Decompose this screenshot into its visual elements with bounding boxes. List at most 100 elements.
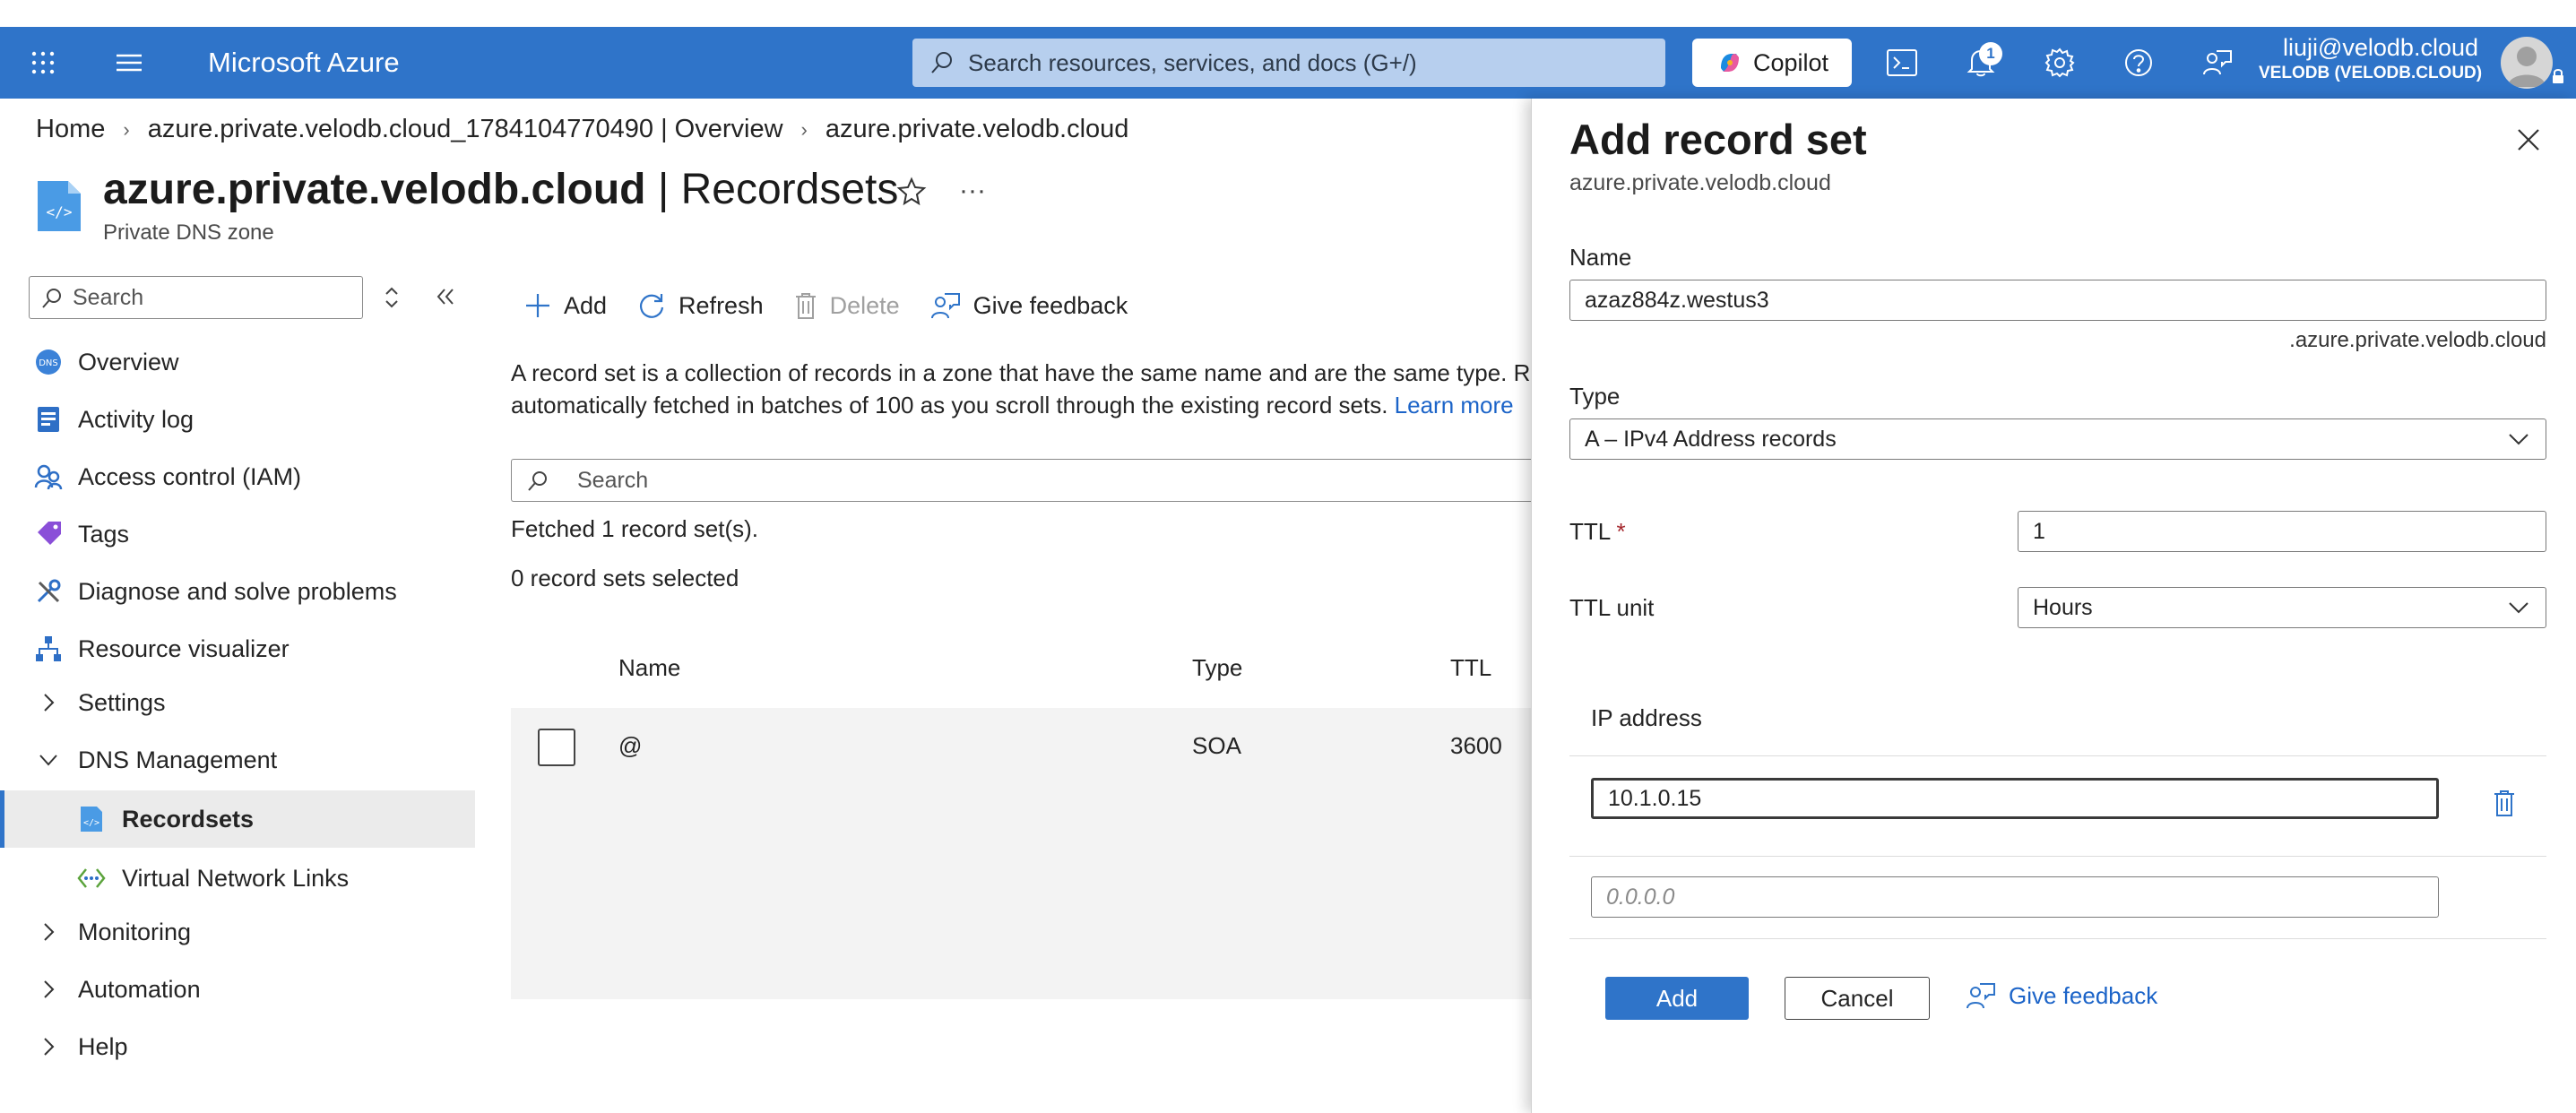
delete-ip-trash-icon[interactable] (2493, 789, 2516, 817)
nav-group-monitoring[interactable]: Monitoring (0, 903, 475, 961)
name-suffix: .azure.private.velodb.cloud (2289, 328, 2546, 353)
type-select[interactable]: A – IPv4 Address records (1569, 418, 2546, 460)
trash-icon (794, 291, 817, 320)
nav-group-settings[interactable]: Settings (0, 674, 475, 731)
breadcrumb-overview[interactable]: azure.private.velodb.cloud_1784104770490… (148, 115, 783, 144)
hamburger-menu-icon[interactable] (111, 45, 147, 81)
ip-address-value: 10.1.0.15 (1608, 785, 1702, 811)
ip-placeholder: 0.0.0.0 (1606, 884, 1675, 910)
ttl-unit-label: TTL unit (1569, 594, 1655, 621)
copilot-button[interactable]: Copilot (1692, 39, 1852, 87)
add-record-set-panel: Add record set azure.private.velodb.clou… (1531, 99, 2576, 1113)
nav-search-placeholder: Search (73, 284, 144, 310)
description-line-1: A record set is a collection of records … (511, 359, 1533, 386)
ttl-unit-select[interactable]: Hours (2018, 587, 2546, 628)
dns-zone-resource-icon: </> (36, 179, 82, 233)
panel-give-feedback-link[interactable]: Give feedback (1966, 981, 2157, 1010)
cell-type: SOA (1192, 732, 1241, 759)
global-search-input[interactable]: Search resources, services, and docs (G+… (912, 39, 1665, 87)
feedback-icon (1966, 981, 1996, 1010)
close-icon[interactable] (2516, 127, 2541, 152)
ttl-field[interactable]: 1 (2018, 511, 2546, 552)
nav-item-tags[interactable]: Tags (0, 505, 475, 563)
description-line-2: automatically fetched in batches of 100 … (511, 389, 1533, 421)
account-info[interactable]: liuji@velodb.cloud VELODB (VELODB.CLOUD) (2259, 34, 2483, 83)
column-header-name[interactable]: Name (618, 654, 680, 682)
feedback-icon[interactable] (2200, 45, 2235, 81)
learn-more-link[interactable]: Learn more (1395, 392, 1514, 418)
refresh-label: Refresh (679, 291, 764, 319)
nav-group-automation[interactable]: Automation (0, 961, 475, 1018)
name-field[interactable]: azaz884z.westus3 (1569, 280, 2546, 321)
lock-icon (2551, 68, 2565, 84)
divider (1569, 755, 2546, 756)
nav-item-access-control[interactable]: Access control (IAM) (0, 448, 475, 505)
chevron-down-icon (34, 746, 63, 774)
column-header-type[interactable]: Type (1192, 654, 1242, 682)
title-separator: | (645, 166, 681, 213)
chevron-right-icon (34, 918, 63, 946)
give-feedback-button[interactable]: Give feedback (930, 291, 1128, 320)
breadcrumb-zone[interactable]: azure.private.velodb.cloud (826, 115, 1129, 144)
nav-item-recordsets[interactable]: </> Recordsets (0, 790, 475, 848)
description-line-2-text: automatically fetched in batches of 100 … (511, 392, 1388, 418)
user-email: liuji@velodb.cloud (2282, 34, 2478, 61)
nav-search-input[interactable]: Search (29, 276, 363, 319)
cell-name: @ (618, 732, 643, 759)
chevron-right-icon (34, 1032, 63, 1061)
collapse-nav-icon[interactable] (434, 285, 457, 308)
nav-item-virtual-network-links[interactable]: Virtual Network Links (0, 850, 475, 907)
search-icon (929, 49, 955, 76)
nav-item-label: Diagnose and solve problems (78, 577, 397, 605)
favorite-star-icon[interactable] (896, 176, 927, 206)
nav-item-label: Virtual Network Links (122, 864, 350, 892)
breadcrumb-home[interactable]: Home (36, 115, 105, 144)
recordset-search-input[interactable]: Search (511, 459, 1542, 502)
refresh-button[interactable]: Refresh (637, 291, 764, 320)
row-checkbox[interactable] (538, 729, 575, 766)
panel-title: Add record set (1569, 116, 1867, 163)
ip-address-field[interactable]: 10.1.0.15 (1591, 778, 2439, 819)
network-link-icon (77, 864, 106, 893)
help-icon[interactable] (2121, 45, 2157, 81)
resource-name: azure.private.velodb.cloud (103, 166, 646, 213)
breadcrumb: Home › azure.private.velodb.cloud_178410… (36, 115, 1128, 144)
nav-item-resource-visualizer[interactable]: Resource visualizer (0, 620, 475, 677)
nav-item-diagnose[interactable]: Diagnose and solve problems (0, 563, 475, 620)
window-top-strip (0, 0, 2576, 27)
type-label: Type (1569, 383, 1621, 410)
user-tenant: VELODB (VELODB.CLOUD) (2259, 64, 2483, 82)
nav-item-label: DNS Management (78, 746, 278, 773)
chevron-right-icon: › (800, 117, 808, 141)
cloud-shell-icon[interactable] (1884, 45, 1920, 81)
nav-item-overview[interactable]: DNS Overview (0, 333, 475, 391)
name-suffix-text: .azure.private.velodb.cloud (2289, 328, 2546, 352)
add-label: Add (564, 291, 608, 319)
nav-group-help[interactable]: Help (0, 1018, 475, 1075)
sort-toggle-icon[interactable] (382, 285, 402, 310)
cancel-button[interactable]: Cancel (1785, 977, 1930, 1020)
more-options-icon[interactable]: ··· (959, 176, 986, 206)
delete-button[interactable]: Delete (794, 291, 900, 320)
app-launcher-icon[interactable] (25, 45, 61, 81)
visualizer-icon (34, 634, 63, 663)
page-name: Recordsets (680, 166, 899, 213)
avatar[interactable] (2501, 37, 2553, 89)
new-ip-address-field[interactable]: 0.0.0.0 (1591, 876, 2439, 918)
add-button[interactable]: Add (524, 292, 607, 320)
search-icon (526, 470, 549, 493)
divider (1569, 938, 2546, 939)
global-search-placeholder: Search resources, services, and docs (G+… (968, 48, 1417, 76)
add-record-button[interactable]: Add (1605, 977, 1749, 1020)
recordset-search-placeholder: Search (577, 467, 649, 493)
table-row[interactable]: @ SOA 3600 (511, 708, 1533, 784)
nav-item-activity-log[interactable]: Activity log (0, 391, 475, 448)
fetched-status: Fetched 1 record set(s). (511, 515, 758, 542)
iam-icon (34, 462, 63, 491)
nav-group-dns-management[interactable]: DNS Management (0, 731, 475, 789)
column-header-ttl[interactable]: TTL (1450, 654, 1491, 682)
chevron-right-icon (34, 688, 63, 717)
ttl-label-text: TTL (1569, 518, 1611, 545)
settings-gear-icon[interactable] (2042, 45, 2078, 81)
brand-title[interactable]: Microsoft Azure (208, 47, 400, 79)
